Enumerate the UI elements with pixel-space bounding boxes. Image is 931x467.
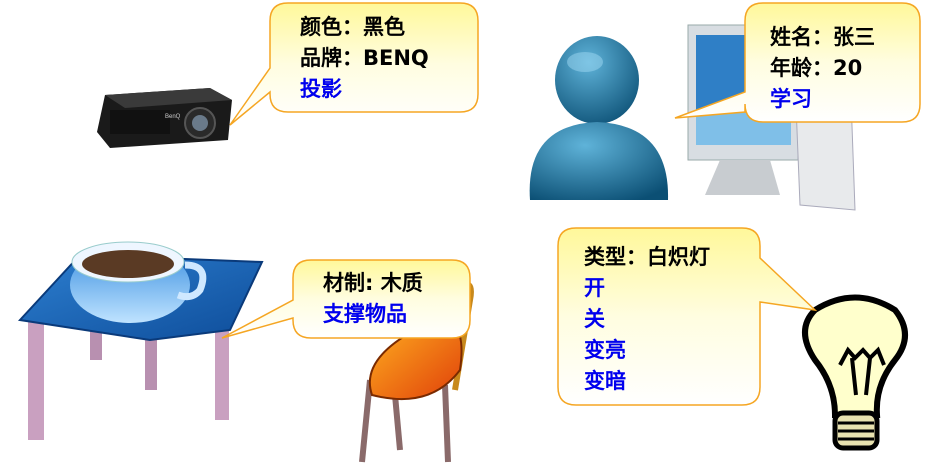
table-callout-text: 材制: 木质 支撑物品: [323, 268, 423, 330]
projector-image: BenQ: [97, 88, 232, 148]
bulb-method-brighten: 变亮: [584, 338, 626, 362]
table-method-support: 支撑物品: [323, 302, 407, 326]
person-attribute-age: 年龄：20: [770, 56, 863, 80]
person-callout-text: 姓名：张三 年龄：20 学习: [770, 22, 875, 115]
object-examples-diagram: BenQ 颜色：黑色 品牌：BENQ 投影 姓名：张三 年龄：20 学习 材制:…: [0, 0, 931, 467]
bulb-method-on: 开: [584, 276, 605, 300]
bulb-attribute-type: 类型：白炽灯: [584, 245, 710, 269]
light-bulb-image: [802, 294, 908, 451]
projector-attribute-brand: 品牌：BENQ: [300, 46, 429, 70]
table-attribute-material: 材制: 木质: [323, 271, 423, 295]
svg-text:BenQ: BenQ: [165, 114, 181, 120]
projector-attribute-color: 颜色：黑色: [300, 15, 405, 39]
bulb-method-off: 关: [584, 307, 605, 331]
person-image: [529, 36, 669, 200]
bulb-callout-text: 类型：白炽灯 开 关 变亮 变暗: [584, 242, 710, 397]
projector-method-project: 投影: [300, 77, 342, 101]
person-method-study: 学习: [770, 87, 812, 111]
projector-callout-text: 颜色：黑色 品牌：BENQ 投影: [300, 12, 429, 105]
table-image: [17, 241, 264, 440]
bulb-method-dim: 变暗: [584, 369, 626, 393]
person-attribute-name: 姓名：张三: [770, 25, 875, 49]
